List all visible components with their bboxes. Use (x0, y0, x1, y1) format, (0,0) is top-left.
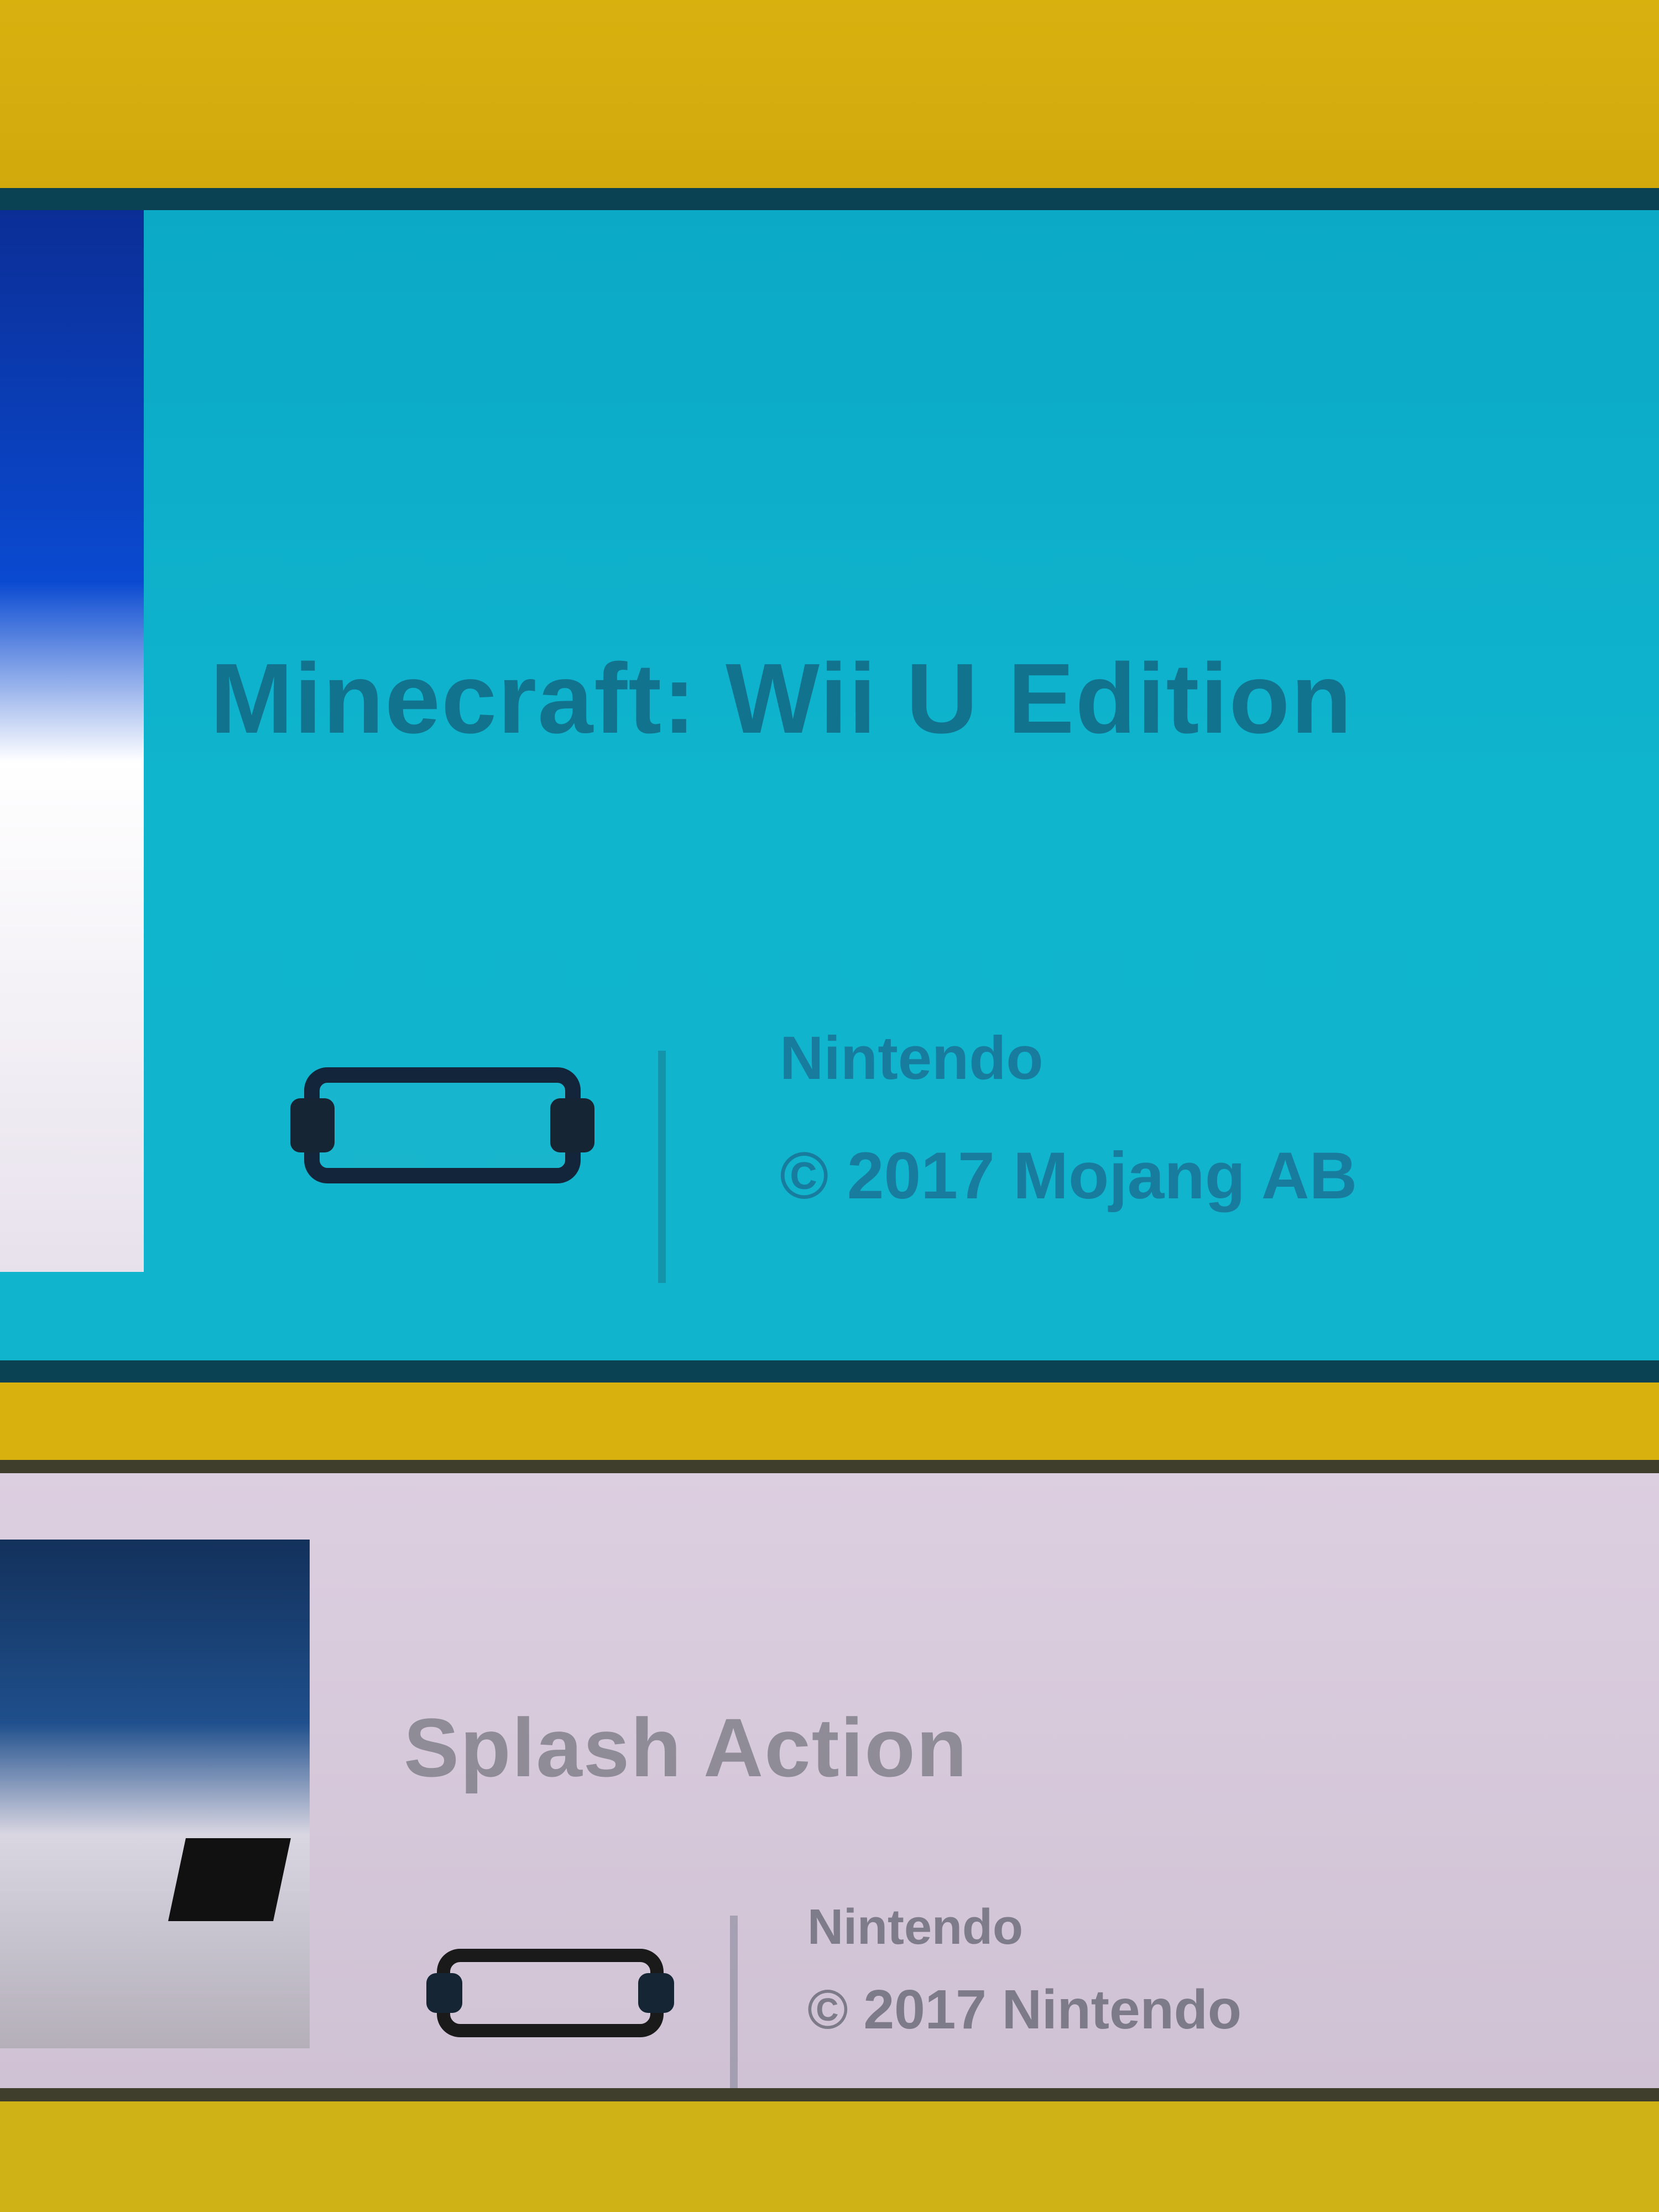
meta-divider (730, 1916, 738, 2088)
publisher-text: Nintendo (780, 1024, 1044, 1092)
game-cover-art (0, 1540, 310, 2048)
console-icon (290, 1067, 595, 1183)
game-tile-splash[interactable]: Splash Action Nintendo © 2017 Nintendo (0, 1460, 1659, 2101)
game-title: Minecraft: Wii U Edition (210, 643, 1353, 754)
top-background-strip (0, 0, 1659, 188)
copyright-text: © 2017 Nintendo (807, 1979, 1241, 2041)
copyright-text: © 2017 Mojang AB (780, 1139, 1358, 1213)
bottom-background-strip (0, 2101, 1659, 2212)
game-metadata: Nintendo © 2017 Mojang AB (780, 1023, 1357, 1214)
game-title: Splash Action (404, 1701, 968, 1794)
publisher-text: Nintendo (807, 1900, 1023, 1955)
meta-divider (658, 1051, 666, 1283)
game-cover-art (0, 210, 144, 1272)
game-metadata: Nintendo © 2017 Nintendo (807, 1899, 1241, 2042)
game-tile-minecraft[interactable]: Minecraft: Wii U Edition Nintendo © 2017… (0, 188, 1659, 1383)
console-icon (426, 1949, 675, 2037)
